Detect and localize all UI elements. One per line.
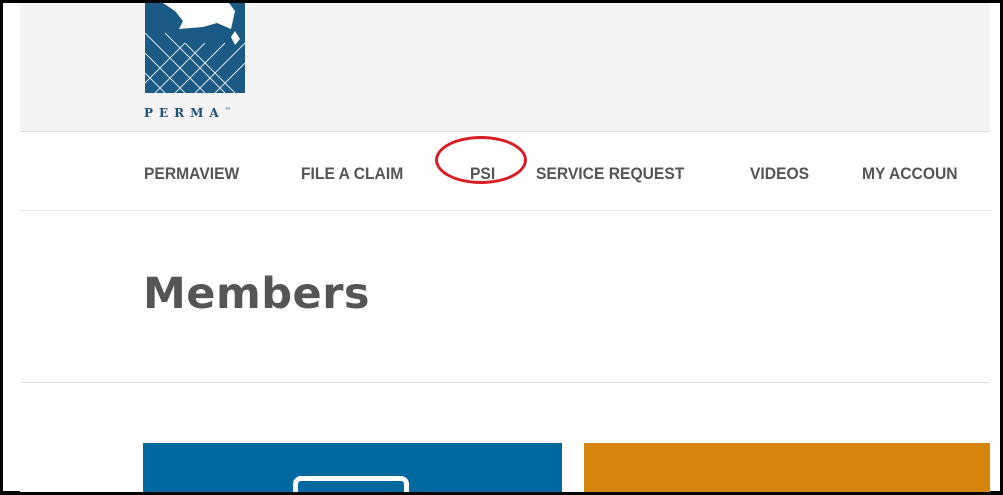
- nav-item-my-account[interactable]: MY ACCOUN: [862, 164, 958, 184]
- browser-viewport: PERMA™ PERMAVIEW FILE A CLAIM PSI SERVIC…: [20, 3, 990, 492]
- trademark-mark: ™: [224, 107, 231, 114]
- nav-item-permaview[interactable]: PERMAVIEW: [144, 164, 239, 184]
- perma-logo[interactable]: [144, 3, 246, 94]
- laptop-icon: [293, 476, 409, 492]
- nav-item-service-request[interactable]: SERVICE REQUEST: [536, 164, 684, 184]
- nav-item-psi[interactable]: PSI: [470, 164, 495, 184]
- page-title: Members: [143, 269, 371, 319]
- logo-wordmark: PERMA™: [144, 106, 231, 120]
- main-navigation: PERMAVIEW FILE A CLAIM PSI SERVICE REQUE…: [20, 132, 990, 211]
- nav-item-file-a-claim[interactable]: FILE A CLAIM: [301, 164, 403, 184]
- logo-text: PERMA: [144, 106, 225, 120]
- nav-item-videos[interactable]: VIDEOS: [750, 164, 809, 184]
- site-header: PERMA™: [20, 3, 990, 132]
- member-tile-orange[interactable]: [584, 443, 990, 492]
- divider: [20, 382, 990, 383]
- member-tile-blue[interactable]: [143, 443, 562, 492]
- new-york-state-logo-icon: [144, 3, 246, 94]
